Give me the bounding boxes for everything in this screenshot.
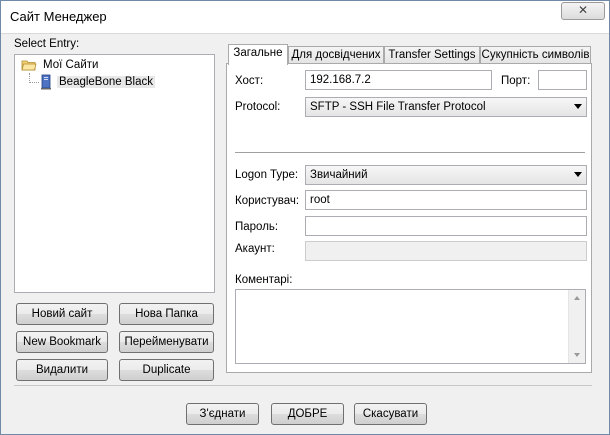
delete-button[interactable]: Видалити <box>16 359 108 381</box>
protocol-select[interactable]: SFTP - SSH File Transfer Protocol <box>305 97 587 117</box>
tree-item-label: BeagleBone Black <box>57 76 155 88</box>
footer-divider <box>14 385 592 386</box>
tree-connector <box>29 82 39 83</box>
logon-type-select-value: Звичайний <box>310 169 368 181</box>
tab-bar: Загальне Для досвідчених Transfer Settin… <box>226 44 592 65</box>
scroll-up-icon[interactable] <box>574 296 580 300</box>
comments-scrollbar[interactable] <box>568 290 585 363</box>
comments-label: Коментарі: <box>235 274 293 286</box>
password-label: Пароль: <box>235 221 279 233</box>
duplicate-button[interactable]: Duplicate <box>119 359 214 381</box>
cancel-button[interactable]: Скасувати <box>354 403 427 425</box>
comments-textarea[interactable] <box>235 289 586 364</box>
general-tab-panel: Хост: 192.168.7.2 Порт: Protocol: SFTP -… <box>226 63 592 373</box>
tab-charset[interactable]: Сукупність символів <box>480 46 591 64</box>
title-bar: Сайт Менеджер ✕ <box>1 1 609 34</box>
tree-item-beaglebone-black[interactable]: BeagleBone Black <box>39 74 155 90</box>
protocol-select-value: SFTP - SSH File Transfer Protocol <box>310 101 486 113</box>
new-site-button[interactable]: Новий сайт <box>16 303 108 325</box>
port-input[interactable] <box>538 70 587 90</box>
site-manager-window: Сайт Менеджер ✕ Select Entry: Мої Сайти … <box>0 0 610 435</box>
user-input[interactable]: root <box>305 190 587 210</box>
chevron-down-icon <box>574 104 582 109</box>
port-label: Порт: <box>501 75 531 87</box>
scroll-down-icon[interactable] <box>574 353 580 357</box>
tree-item-my-sites[interactable]: Мої Сайти <box>21 57 100 73</box>
close-icon: ✕ <box>577 3 589 17</box>
account-input <box>305 241 587 261</box>
select-entry-label: Select Entry: <box>14 38 80 50</box>
host-input[interactable]: 192.168.7.2 <box>305 70 492 90</box>
host-label: Хост: <box>235 75 264 87</box>
site-tree[interactable]: Мої Сайти BeagleBone Black <box>14 54 215 293</box>
folder-icon <box>21 60 37 71</box>
window-title: Сайт Менеджер <box>10 9 107 24</box>
password-input[interactable] <box>305 216 587 236</box>
chevron-down-icon <box>574 172 582 177</box>
close-button[interactable]: ✕ <box>561 2 605 20</box>
new-bookmark-button[interactable]: New Bookmark <box>16 331 108 353</box>
tab-general[interactable]: Загальне <box>228 44 288 65</box>
rename-button[interactable]: Перейменувати <box>119 331 214 353</box>
logon-type-select[interactable]: Звичайний <box>305 165 587 185</box>
account-label: Акаунт: <box>235 243 275 255</box>
tab-advanced[interactable]: Для досвідчених <box>288 46 384 64</box>
connect-button[interactable]: З'єднати <box>186 403 259 425</box>
tab-transfer-settings[interactable]: Transfer Settings <box>384 46 480 64</box>
user-label: Користувач: <box>235 195 300 207</box>
tree-item-label: Мої Сайти <box>43 59 99 71</box>
new-folder-button[interactable]: Нова Папка <box>119 303 214 325</box>
ok-button[interactable]: ДОБРЕ <box>271 403 344 425</box>
logon-type-label: Logon Type: <box>235 169 299 181</box>
server-icon <box>41 74 51 90</box>
divider <box>235 152 585 154</box>
protocol-label: Protocol: <box>235 101 281 113</box>
